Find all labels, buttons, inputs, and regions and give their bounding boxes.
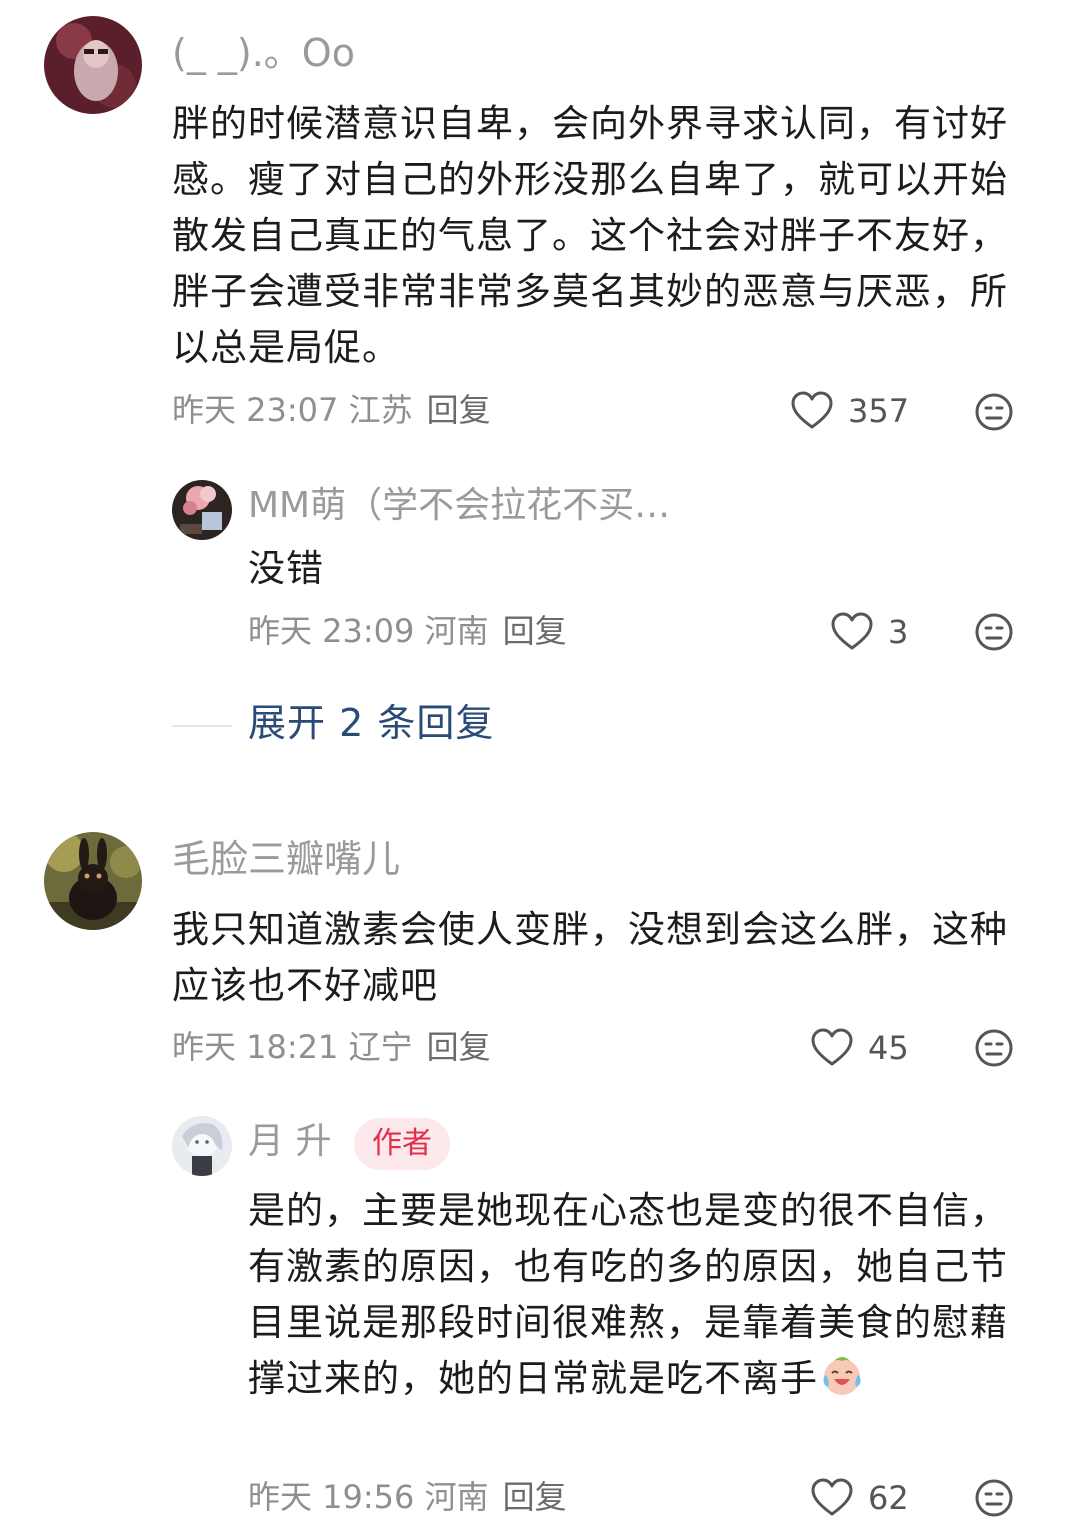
heart-outline-icon xyxy=(790,391,834,431)
comment-meta: 昨天 23:07 江苏 回复 xyxy=(172,394,491,426)
comment-text: 我只知道激素会使人变胖，没想到会这么胖，这种应该也不好减吧 xyxy=(172,908,1008,1007)
reply-text: 没错 xyxy=(248,547,324,590)
reply-text-content: 是的，主要是她现在心态也是变的很不自信，有激素的原因，也有吃的多的原因，她自己节… xyxy=(248,1189,1008,1400)
like-count: 357 xyxy=(848,392,910,430)
like-button[interactable]: 357 xyxy=(790,389,909,433)
neutral-face-icon[interactable] xyxy=(974,1028,1014,1068)
reply-username[interactable]: MM萌（学不会拉花不买… xyxy=(248,488,670,524)
neutral-face-icon[interactable] xyxy=(974,392,1014,432)
reply-time-location: 昨天 23:09 河南 xyxy=(248,612,489,650)
comment-list: (_ _).。Oo 胖的时候潜意识自卑，会向外界寻求认同，有讨好感。瘦了对自己的… xyxy=(0,0,1080,1522)
reply-time-location: 昨天 19:56 河南 xyxy=(248,1478,489,1516)
like-count: 45 xyxy=(868,1029,909,1067)
comment-time-location: 昨天 18:21 辽宁 xyxy=(172,1028,413,1066)
reply-button[interactable]: 回复 xyxy=(427,391,491,429)
username[interactable]: (_ _).。Oo xyxy=(172,34,355,72)
comment-meta: 昨天 18:21 辽宁 回复 xyxy=(172,1031,491,1063)
heart-outline-icon xyxy=(810,1478,854,1518)
neutral-face-icon[interactable] xyxy=(974,612,1014,652)
reply-button[interactable]: 回复 xyxy=(503,1478,567,1516)
author-badge: 作者 xyxy=(354,1118,450,1170)
reply-avatar[interactable] xyxy=(172,480,232,540)
like-button[interactable]: 45 xyxy=(810,1026,909,1070)
user-avatar[interactable] xyxy=(44,16,142,114)
heart-outline-icon xyxy=(830,612,874,652)
expand-replies-button[interactable]: 展开 2 条回复 xyxy=(248,704,494,742)
reply-text: 是的，主要是她现在心态也是变的很不自信，有激素的原因，也有吃的多的原因，她自己节… xyxy=(248,1183,1018,1407)
reply-button[interactable]: 回复 xyxy=(503,612,567,650)
like-count: 62 xyxy=(868,1479,909,1517)
reply-meta: 昨天 19:56 河南 回复 xyxy=(248,1481,567,1513)
reply-button[interactable]: 回复 xyxy=(427,1028,491,1066)
crying-laughing-emoji xyxy=(818,1351,866,1399)
reply-meta: 昨天 23:09 河南 回复 xyxy=(248,615,567,647)
heart-outline-icon xyxy=(810,1028,854,1068)
user-avatar[interactable] xyxy=(44,832,142,930)
expand-divider xyxy=(172,725,232,727)
neutral-face-icon[interactable] xyxy=(974,1478,1014,1518)
comment-time-location: 昨天 23:07 江苏 xyxy=(172,391,413,429)
reply-username[interactable]: 月 升 xyxy=(248,1124,331,1160)
like-button[interactable]: 3 xyxy=(830,610,908,654)
like-count: 3 xyxy=(888,613,909,651)
comment-text: 胖的时候潜意识自卑，会向外界寻求认同，有讨好感。瘦了对自己的外形没那么自卑了，就… xyxy=(172,102,1008,369)
like-button[interactable]: 62 xyxy=(810,1476,909,1520)
reply-avatar[interactable] xyxy=(172,1116,232,1176)
username[interactable]: 毛脸三瓣嘴儿 xyxy=(172,840,400,878)
